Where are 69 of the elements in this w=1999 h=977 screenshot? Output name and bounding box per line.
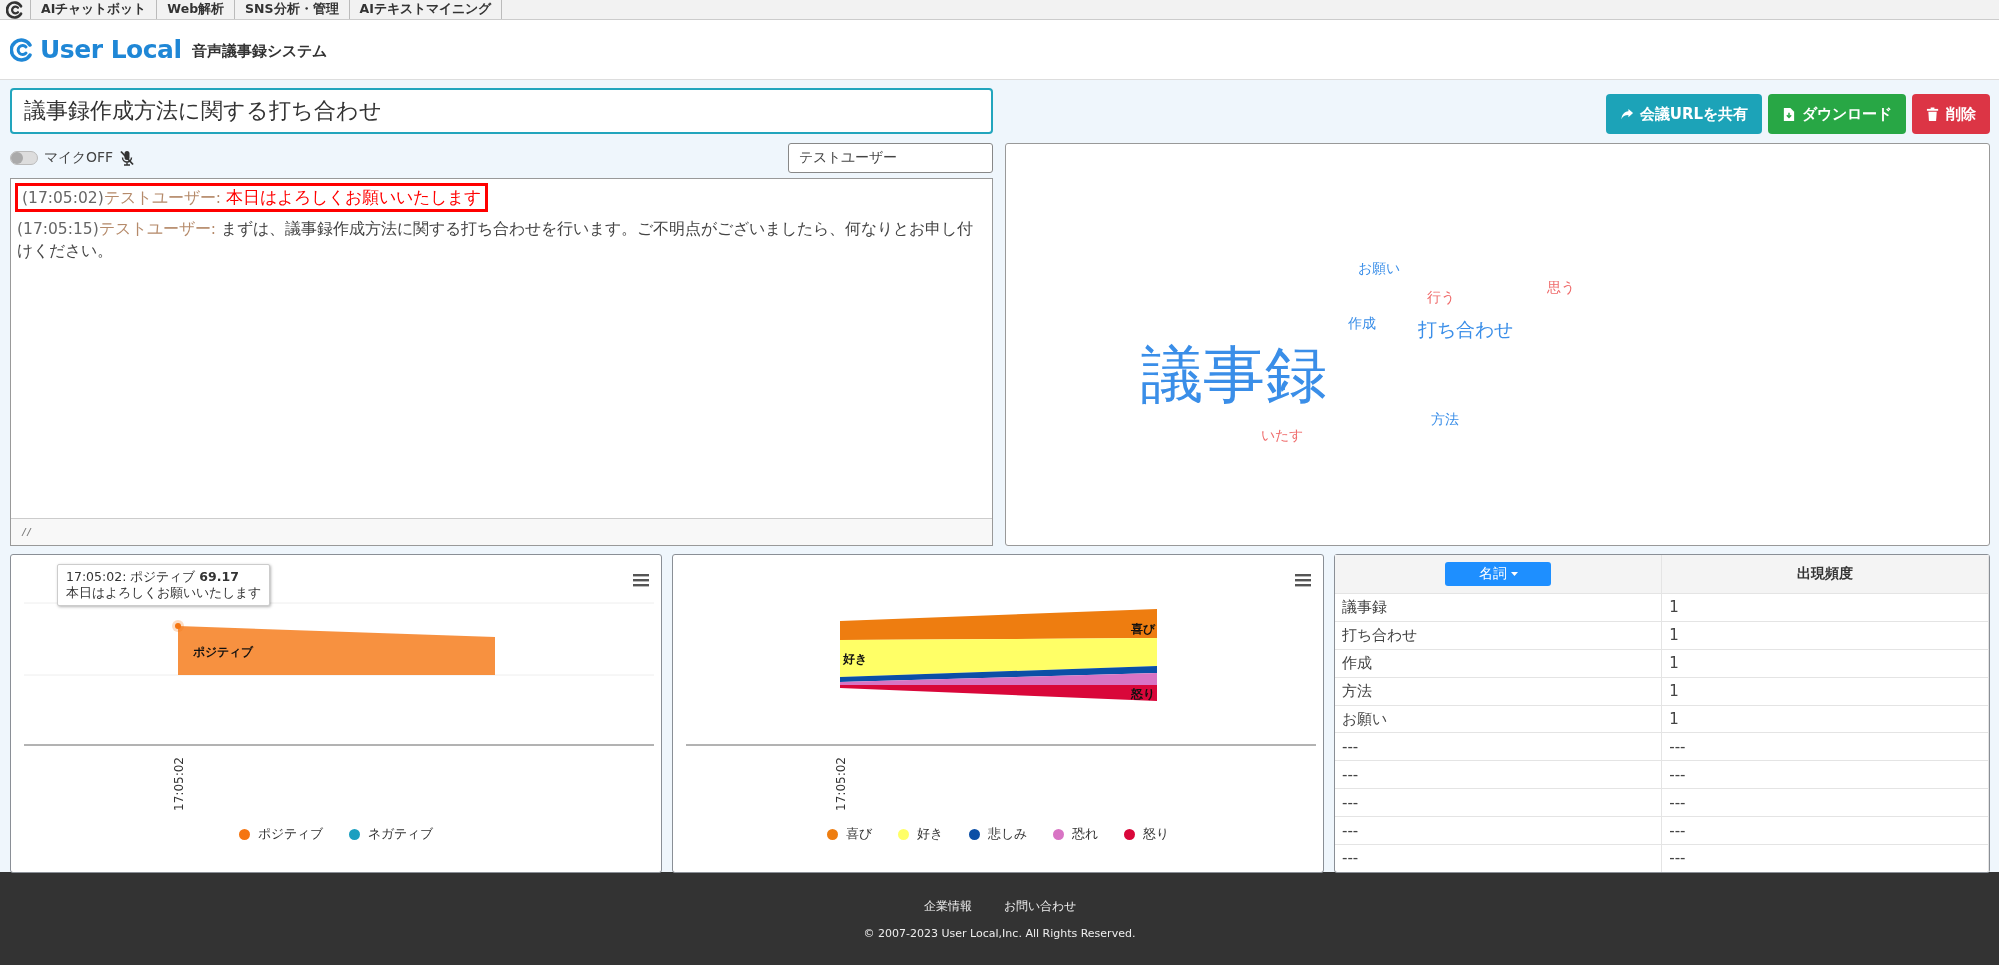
table-cell: お願い [1335,705,1662,733]
legend-label[interactable]: 好き [917,825,943,843]
logo-icon [10,37,34,62]
axis-label: 17:05:02 [834,757,848,811]
meeting-title-field[interactable]: 議事録作成方法に関する打ち合わせ [10,88,993,134]
series-label: 怒り [1131,687,1155,701]
series-label: 好き [843,652,867,666]
nav-link[interactable]: AIチャットボット [30,0,157,19]
product-name: 音声議事録システム [191,42,327,61]
mic-off-icon[interactable] [119,150,136,166]
table-cell: --- [1661,732,1989,761]
table-cell: --- [1335,844,1662,872]
series-label: ポジティブ [193,645,253,659]
word-cloud-word: お願い [1358,261,1400,275]
legend-label[interactable]: 悲しみ [988,825,1027,843]
nav-link[interactable]: SNS分析・管理 [234,0,349,19]
resize-grip-icon[interactable] [21,527,33,537]
menu-icon[interactable] [1295,574,1311,587]
legend-label[interactable]: ネガティブ [368,825,433,843]
copyright-text: © 2007-2023 User Local,Inc. All Rights Reserved. [863,926,1136,940]
table-cell: --- [1661,816,1989,845]
table-cell: --- [1661,788,1989,817]
legend-label[interactable]: 恐れ [1072,825,1098,843]
table-cell: --- [1335,816,1662,845]
word-cloud-word: 打ち合わせ [1418,320,1513,339]
speaker-select[interactable]: テストユーザー [788,143,993,173]
word-cloud-word: 作成 [1348,316,1376,330]
legend-label[interactable]: 怒り [1143,825,1169,843]
footer-link[interactable]: 企業情報 [923,897,972,915]
table-cell: 作成 [1335,649,1662,678]
table-cell: 1 [1661,593,1989,622]
column-header: 出現頻度 [1661,555,1989,594]
data-point-marker [172,620,184,632]
word-cloud-word: 方法 [1431,412,1459,426]
table-cell: 議事録 [1335,593,1662,622]
legend-label[interactable]: 喜び [846,825,872,843]
table-cell: --- [1335,732,1662,761]
word-cloud-word: 行う [1427,290,1455,304]
table-cell: 打ち合わせ [1335,621,1662,650]
chart-tooltip: 17:05:02: ポジティブ 69.17 本日はよろしくお願いいたします [57,564,270,606]
mic-status-label: マイクOFF [44,149,114,167]
footer-link[interactable]: お問い合わせ [1003,897,1076,915]
transcript-entry: (17:05:15)テストユーザー: まずは、議事録作成方法に関する打ち合わせを行います。ご不明点がございましたら、何なりとお申し付けください。 [16,219,974,262]
menu-icon[interactable] [633,574,649,587]
transcript-entry: (17:05:02)テストユーザー: 本日はよろしくお願いいたします [15,183,488,212]
table-cell: 方法 [1335,677,1662,706]
axis-label: 17:05:02 [172,757,186,811]
table-cell: 1 [1661,649,1989,678]
logo-text: User Local [40,35,182,64]
nav-link[interactable]: AIテキストマイニング [348,0,502,19]
table-cell: 1 [1661,705,1989,733]
table-cell: --- [1335,788,1662,817]
word-cloud-word: 思う [1547,280,1575,294]
word-cloud-word: 議事録 [1141,344,1327,406]
legend-label[interactable]: ポジティブ [258,825,323,843]
caret-icon [1510,572,1518,576]
trash-icon [1926,106,1940,122]
series-label: 喜び [1131,622,1155,636]
table-cell: --- [1335,760,1662,789]
table-cell: --- [1661,844,1989,872]
logo-icon [6,1,24,19]
mic-toggle[interactable] [10,151,38,165]
table-cell: 1 [1661,621,1989,650]
nav-link[interactable]: Web解析 [156,0,235,19]
delete-button[interactable]: 削除 [1912,94,1990,134]
word-cloud-word: いたす [1261,428,1303,442]
table-cell: --- [1661,760,1989,789]
table-cell: 1 [1661,677,1989,706]
file-download-icon [1782,106,1796,122]
